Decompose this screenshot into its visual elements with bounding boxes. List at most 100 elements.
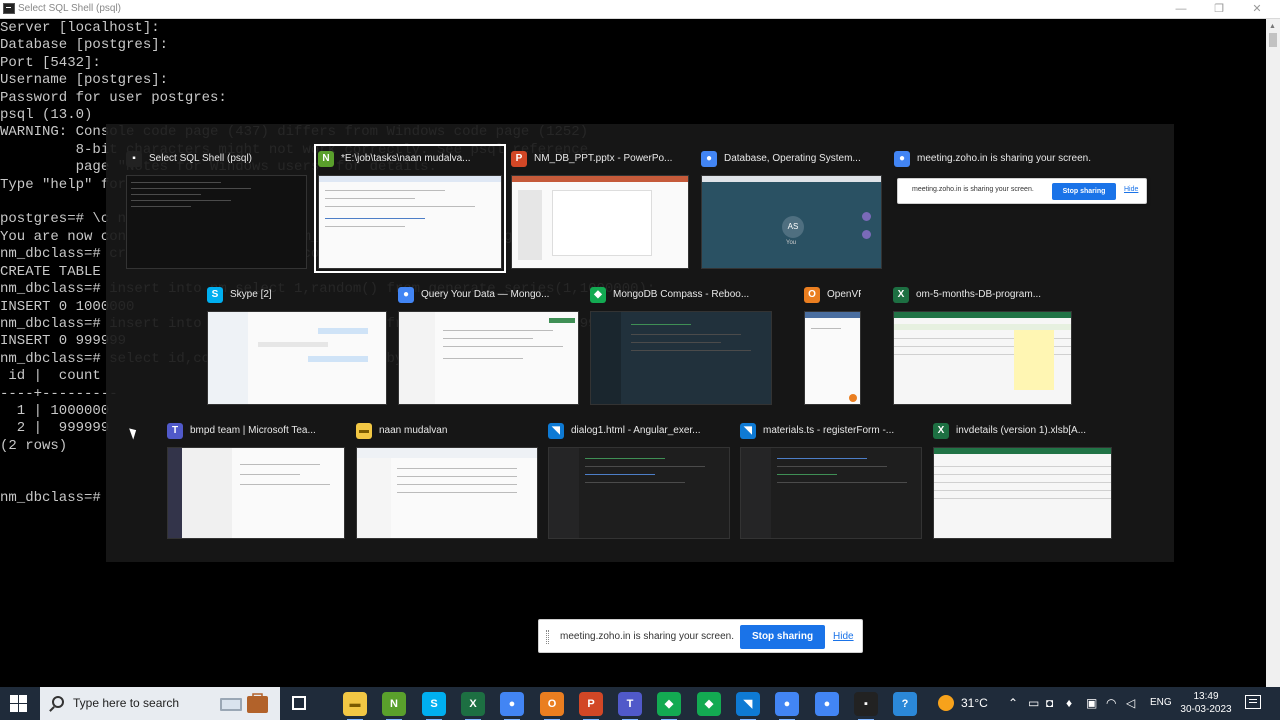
stop-sharing-button[interactable]: Stop sharing (740, 625, 825, 649)
hide-link[interactable]: Hide (833, 631, 854, 642)
chrome-icon: ● (701, 151, 717, 167)
switcher-tile[interactable]: ◥ materials.ts - registerForm -... (740, 420, 922, 539)
stop-sharing-button: Stop sharing (1052, 183, 1116, 200)
window-thumbnail (740, 447, 922, 539)
chrome-icon[interactable]: ● (815, 692, 839, 716)
window-titlebar[interactable]: Select SQL Shell (psql) — ❐ ✕ (0, 0, 1280, 19)
meet-avatar-name: You (786, 240, 797, 246)
switcher-tile-title: MongoDB Compass - Reboo... (613, 289, 750, 300)
switcher-tile[interactable]: ◥ dialog1.html - Angular_exer... (548, 420, 730, 539)
skype-icon: S (207, 287, 223, 303)
switcher-tile[interactable]: S Skype [2] (207, 284, 387, 405)
input-language[interactable]: ENG (1150, 697, 1172, 708)
vscode-icon[interactable]: ◥ (736, 692, 760, 720)
tray-app-icon[interactable]: ◘ (1046, 696, 1053, 710)
window-thumbnail (167, 447, 345, 539)
windows-taskbar: Type here to search ▬ N S X ● O P T ◆ ◆ ◥ ● ● ▪? 31°C… (0, 687, 1280, 720)
switcher-tile-title: materials.ts - registerForm -... (763, 425, 895, 436)
camera-icon[interactable]: ▣ (1086, 696, 1097, 710)
switcher-tile[interactable]: O OpenVPN... (804, 284, 861, 405)
switcher-tile-title: Select SQL Shell (psql) (149, 153, 253, 164)
switcher-tile[interactable]: ▬ naan mudalvan (356, 420, 538, 539)
vscode-icon: ◥ (740, 423, 756, 439)
clock-date: 30-03-2023 (1180, 704, 1232, 715)
chrome-icon[interactable]: ● (500, 692, 524, 720)
file-explorer-icon[interactable]: ▬ (343, 692, 367, 720)
switcher-tile-title: dialog1.html - Angular_exer... (571, 425, 701, 436)
switcher-tile[interactable]: ◆ MongoDB Compass - Reboo... (590, 284, 772, 405)
switcher-tile[interactable]: Xom-5-months-DB-program... (893, 284, 1072, 405)
console-app-icon (3, 3, 15, 14)
folder-icon: ▬ (356, 423, 372, 439)
weather-temperature[interactable]: 31°C (961, 696, 988, 710)
scroll-up-arrow-icon[interactable]: ▲ (1269, 23, 1276, 30)
drag-handle-icon[interactable] (546, 630, 549, 644)
microphone-icon[interactable]: ♦ (1066, 696, 1072, 710)
switcher-tile[interactable]: ▪ Select SQL Shell (psql) (126, 148, 307, 269)
switcher-tile[interactable]: Xinvdetails (version 1).xlsb[A... (933, 420, 1112, 539)
notification-center-icon[interactable] (1245, 695, 1261, 709)
console-scrollbar[interactable]: ▲ (1266, 19, 1280, 687)
mongodb-icon[interactable]: ◆ (697, 692, 721, 716)
share-message: meeting.zoho.in is sharing your screen. (912, 186, 1034, 193)
excel-icon: X (933, 423, 949, 439)
clock-time: 13:49 (1193, 691, 1219, 702)
window-thumbnail (511, 175, 689, 269)
switcher-tile[interactable]: P NM_DB_PPT.pptx - PowerPo... (511, 148, 689, 269)
window-thumbnail (804, 311, 861, 405)
openvpn-icon[interactable]: O (540, 692, 564, 720)
share-message: meeting.zoho.in is sharing your screen. (560, 631, 734, 642)
notepadpp-icon[interactable]: N (382, 692, 406, 720)
task-switcher: ▪ Select SQL Shell (psql) N *E:\job\tasks\… (106, 124, 1174, 562)
switcher-tile-title: OpenVPN... (827, 289, 861, 300)
task-view-icon[interactable] (292, 696, 306, 710)
taskbar-search-box[interactable]: Type here to search (40, 687, 280, 720)
switcher-tile[interactable]: ● Database, Operating System... AS You (701, 148, 882, 269)
switcher-tile[interactable]: ● Query Your Data — Mongo... (398, 284, 579, 405)
thumbnail-share-bar: meeting.zoho.in is sharing your screen. … (897, 178, 1147, 204)
console-icon[interactable]: ▪ (854, 692, 878, 720)
powerpoint-icon: P (511, 151, 527, 167)
switcher-tile-title: bmpd team | Microsoft Tea... (190, 425, 316, 436)
close-button[interactable]: ✕ (1238, 0, 1276, 19)
search-icon (52, 696, 64, 708)
window-thumbnail (590, 311, 772, 405)
teams-icon: T (167, 423, 183, 439)
system-clock[interactable]: 13:49 30-03-2023 (1178, 690, 1234, 716)
start-button[interactable] (10, 695, 27, 712)
console-icon: ▪ (126, 151, 142, 167)
switcher-tile-title: *E:\job\tasks\naan mudalva... (341, 153, 471, 164)
restore-button[interactable]: ❐ (1200, 0, 1238, 19)
switcher-tile-title: Skype [2] (230, 289, 272, 300)
powerpoint-icon[interactable]: P (579, 692, 603, 720)
show-hidden-icons-chevron-icon[interactable]: ⌃ (1008, 696, 1018, 710)
weather-sun-icon[interactable] (938, 695, 954, 711)
chrome-icon: ● (894, 151, 910, 167)
hide-link: Hide (1124, 186, 1139, 193)
help-icon[interactable]: ? (893, 692, 917, 716)
network-wifi-icon[interactable]: ◠ (1106, 696, 1116, 710)
window-thumbnail (548, 447, 730, 539)
switcher-tile-title: Query Your Data — Mongo... (421, 289, 550, 300)
switcher-tile[interactable]: Tbmpd team | Microsoft Tea... (167, 420, 345, 539)
screen-share-bar: meeting.zoho.in is sharing your screen. … (538, 619, 863, 653)
switcher-tile-selected[interactable]: N *E:\job\tasks\naan mudalva... (314, 144, 506, 273)
excel-icon[interactable]: X (461, 692, 485, 720)
search-placeholder: Type here to search (73, 696, 180, 710)
window-thumbnail (318, 175, 502, 269)
meet-avatar: AS (782, 216, 804, 238)
mongodb-compass-icon[interactable]: ◆ (657, 692, 681, 720)
skype-icon[interactable]: S (422, 692, 446, 720)
minimize-button[interactable]: — (1162, 0, 1200, 19)
mongodb-compass-icon: ◆ (590, 287, 606, 303)
volume-icon[interactable]: ◁ (1126, 696, 1135, 710)
scrollbar-thumb[interactable] (1269, 33, 1277, 47)
tray-app-icon[interactable]: ▭ (1028, 696, 1039, 710)
switcher-tile[interactable]: ● meeting.zoho.in is sharing your screen.… (894, 148, 1149, 208)
window-thumbnail: AS You (701, 175, 882, 269)
switcher-tile-title: invdetails (version 1).xlsb[A... (956, 425, 1087, 436)
window-thumbnail (398, 311, 579, 405)
teams-icon[interactable]: T (618, 692, 642, 720)
chrome-icon[interactable]: ● (775, 692, 799, 720)
switcher-tile-title: NM_DB_PPT.pptx - PowerPo... (534, 153, 673, 164)
